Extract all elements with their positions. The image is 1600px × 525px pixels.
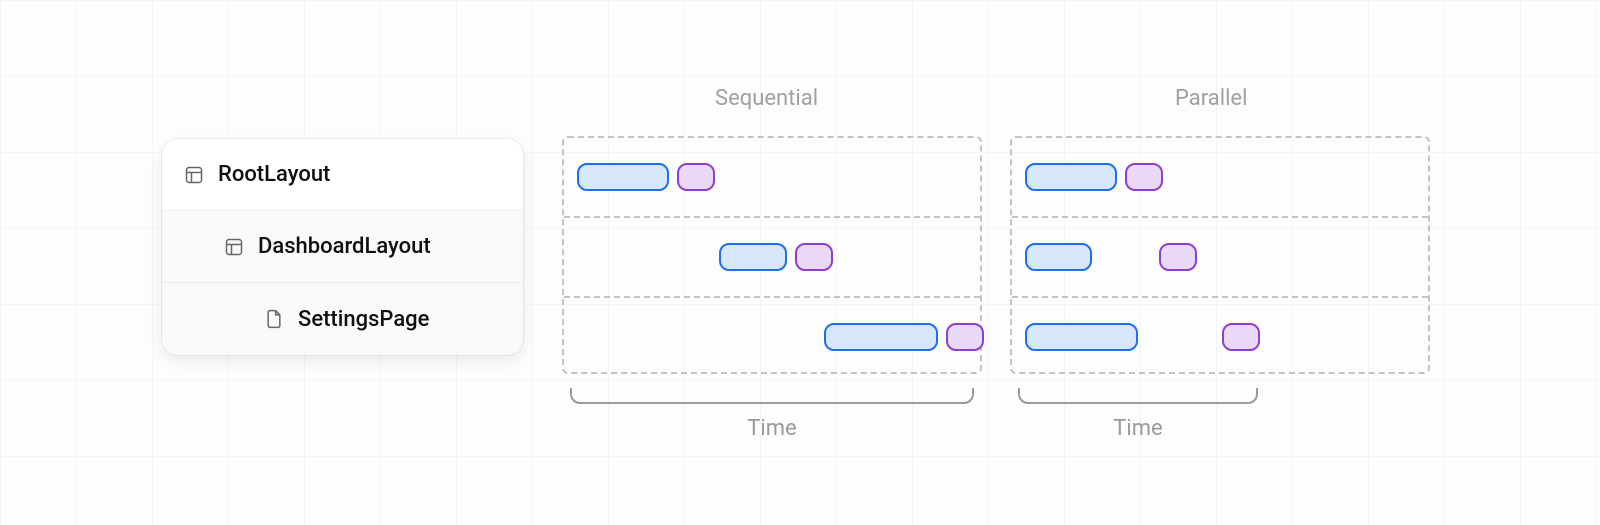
tree-row-label: DashboardLayout (258, 234, 431, 259)
layout-icon (224, 237, 244, 257)
fetch-bar (824, 323, 937, 351)
tree-row-root: RootLayout (162, 139, 523, 211)
render-pill (677, 163, 715, 191)
tree-row-dashboard: DashboardLayout (162, 211, 523, 283)
timeline-lane (564, 138, 980, 216)
tree-row-label: RootLayout (218, 162, 330, 187)
layout-icon (184, 165, 204, 185)
tree-row-settings: SettingsPage (162, 283, 523, 355)
axis-label: Time (1018, 416, 1258, 441)
diagram-stage: RootLayout DashboardLayout SettingsPage … (0, 0, 1600, 525)
tree-row-label: SettingsPage (298, 307, 429, 332)
time-axis-parallel: Time (1018, 388, 1258, 448)
timeline-lane (1012, 138, 1428, 216)
route-tree-card: RootLayout DashboardLayout SettingsPage (162, 139, 523, 355)
timeline-lane (1012, 216, 1428, 296)
axis-bracket (570, 388, 974, 404)
render-pill (1125, 163, 1163, 191)
render-pill (795, 243, 833, 271)
fetch-bar (1025, 163, 1117, 191)
axis-bracket (1018, 388, 1258, 404)
column-header-sequential: Sequential (715, 86, 818, 111)
file-icon (264, 309, 284, 329)
column-header-parallel: Parallel (1175, 86, 1247, 111)
render-pill (1159, 243, 1197, 271)
fetch-bar (1025, 243, 1092, 271)
timeline-sequential (562, 136, 982, 374)
timeline-lane (564, 216, 980, 296)
fetch-bar (719, 243, 786, 271)
fetch-bar (577, 163, 669, 191)
timeline-lane (564, 296, 980, 376)
axis-label: Time (570, 416, 974, 441)
render-pill (946, 323, 984, 351)
timeline-parallel (1010, 136, 1430, 374)
render-pill (1222, 323, 1260, 351)
timeline-lane (1012, 296, 1428, 376)
time-axis-sequential: Time (570, 388, 974, 448)
fetch-bar (1025, 323, 1138, 351)
